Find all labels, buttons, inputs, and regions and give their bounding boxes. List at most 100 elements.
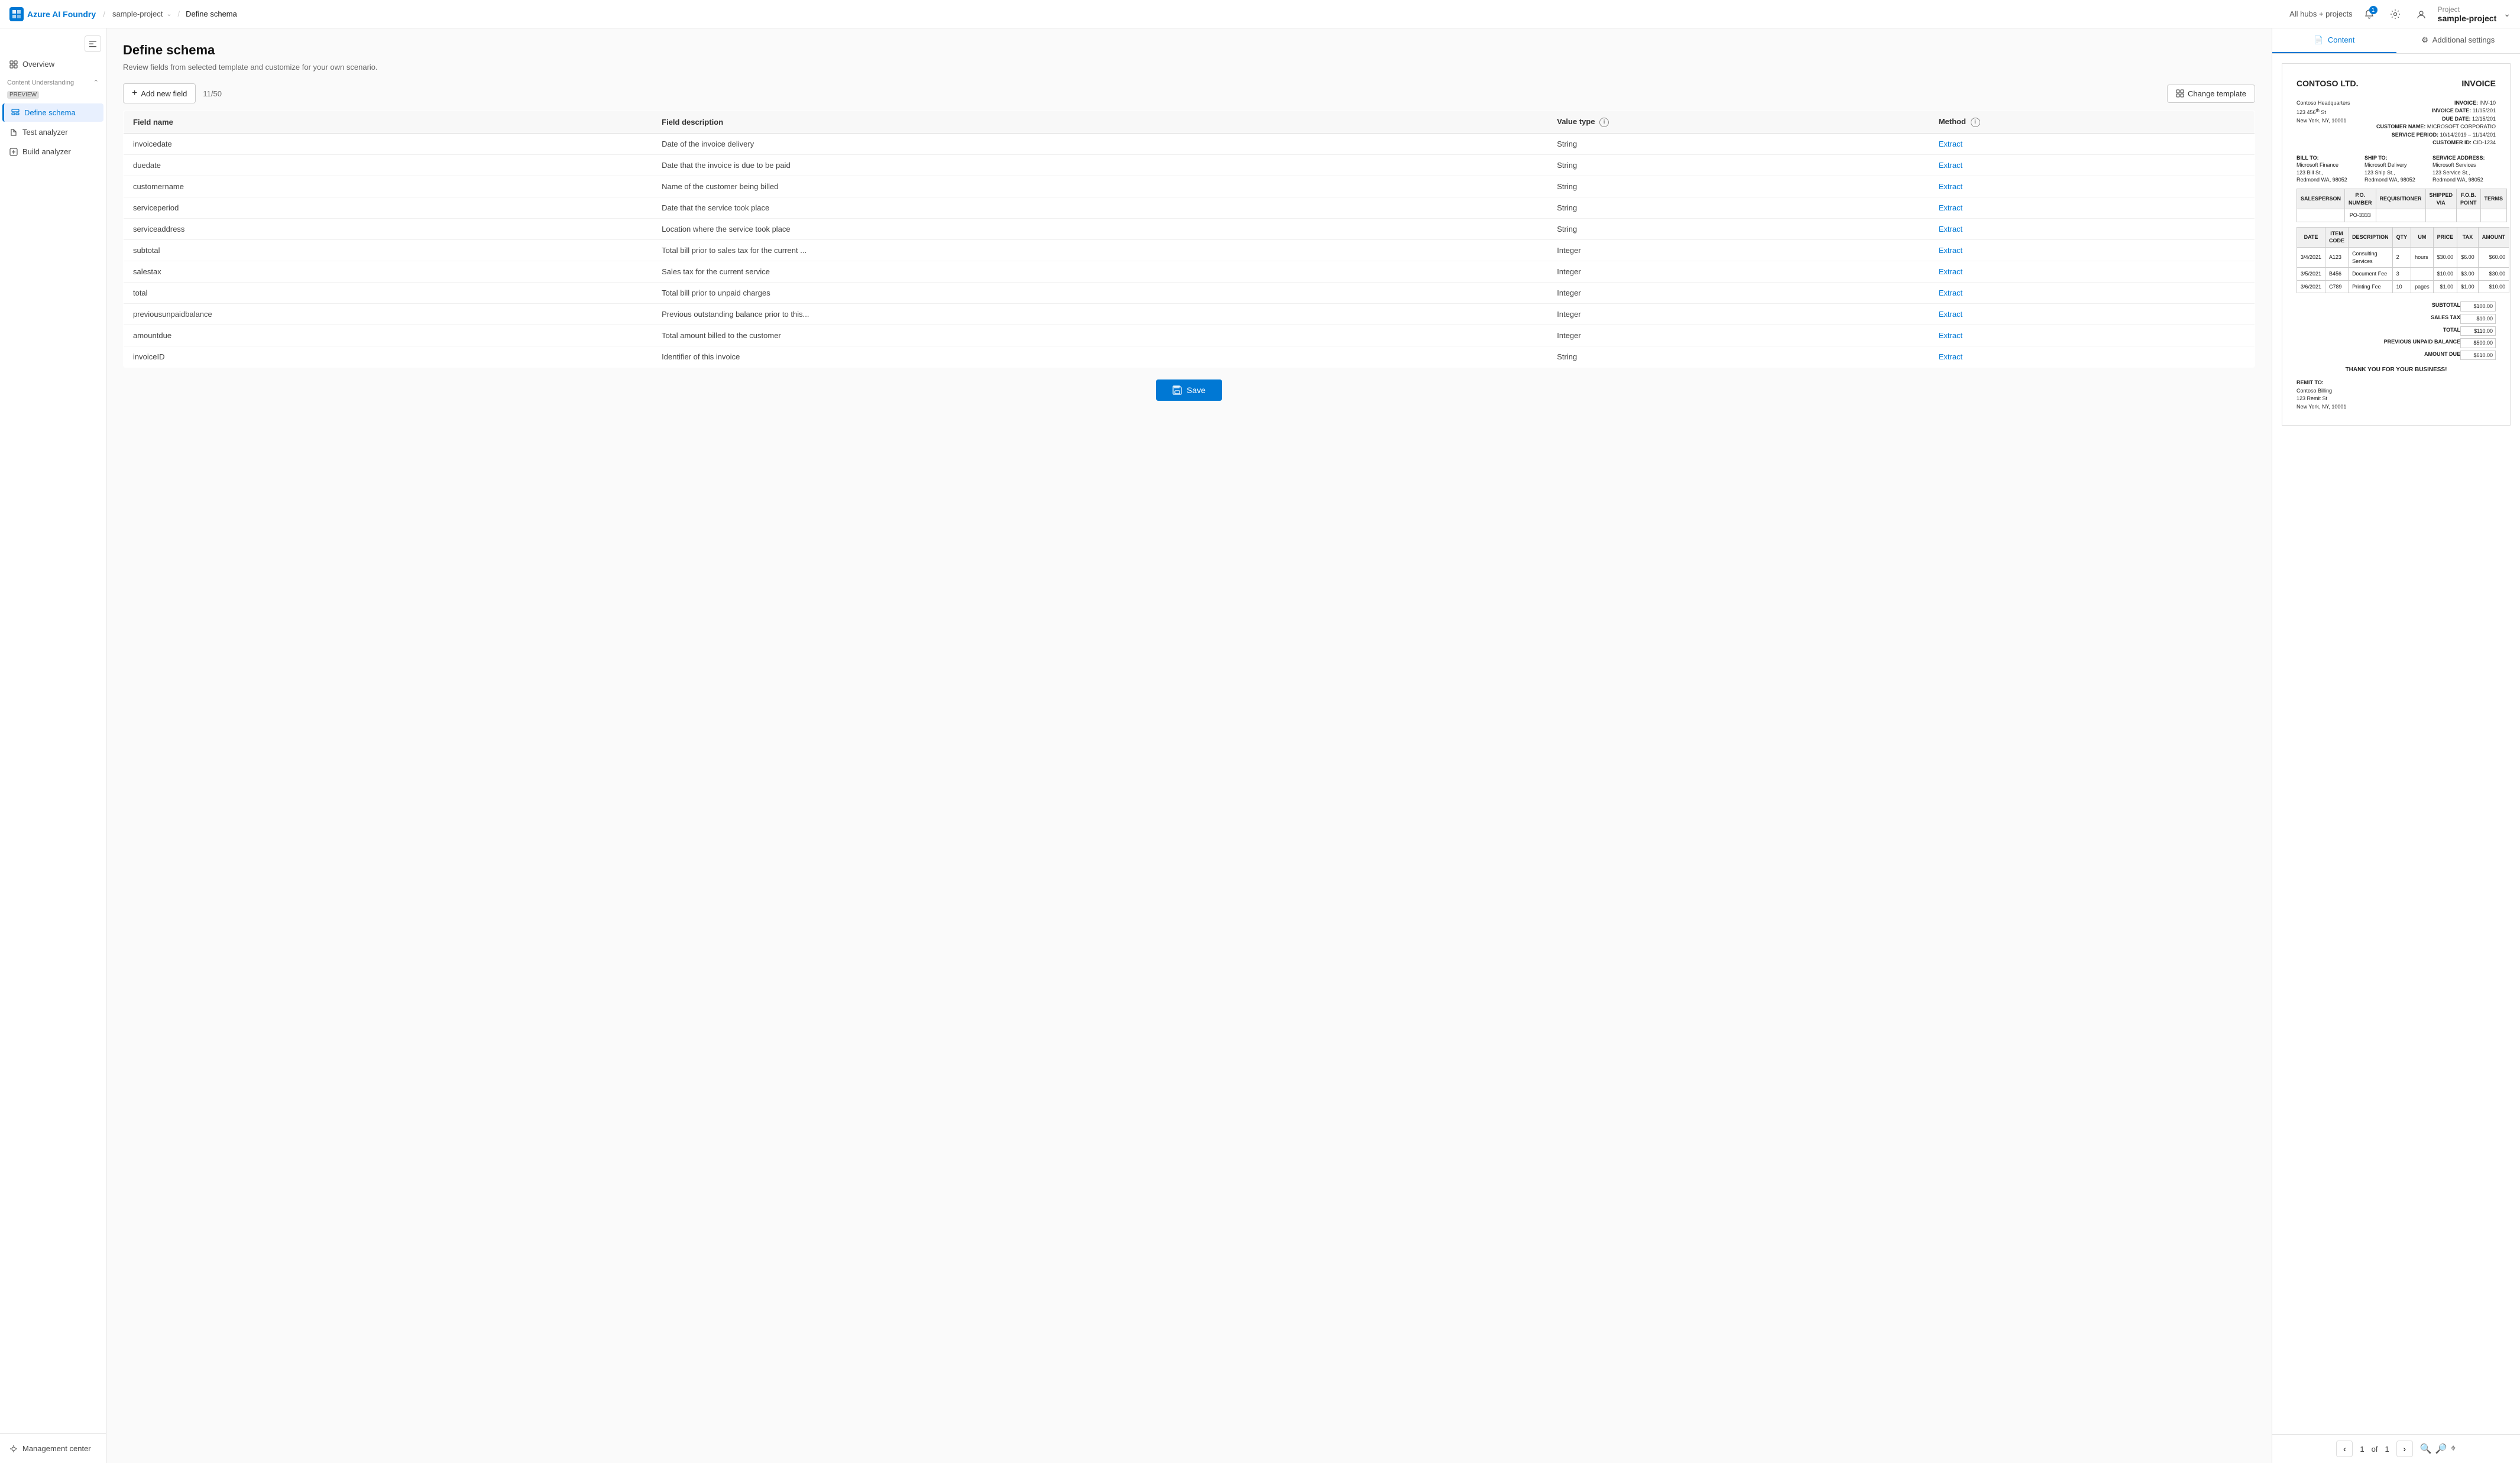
col-um: UM (2411, 227, 2434, 247)
logo-icon (9, 7, 24, 21)
cell-field-name: serviceperiod (124, 197, 653, 218)
project-chevron-icon[interactable]: ⌄ (2503, 9, 2511, 19)
change-template-label: Change template (2188, 89, 2246, 98)
field-count: 11/50 (203, 89, 222, 98)
col-po-number: P.O. NUMBER (2345, 189, 2376, 209)
breadcrumb-sep2: / (178, 9, 180, 18)
cell-description: Previous outstanding balance prior to th… (652, 303, 1547, 325)
col-shipped-via: SHIPPED VIA (2425, 189, 2457, 209)
total-label: TOTAL (2389, 326, 2460, 336)
user-button[interactable] (2412, 5, 2431, 24)
app-logo[interactable]: Azure AI Foundry (9, 7, 96, 21)
table-row[interactable]: total Total bill prior to unpaid charges… (124, 282, 2255, 303)
add-field-label: Add new field (141, 89, 187, 98)
invoice-items-body: 3/4/2021 A123 Consulting Services 2 hour… (2297, 247, 2509, 293)
subtotal-label: SUBTOTAL (2389, 301, 2460, 312)
cell-method: Extract (1929, 303, 2255, 325)
prev-unpaid-row: PREVIOUS UNPAID BALANCE $500.00 (2296, 337, 2496, 349)
col-terms: TERMS (2480, 189, 2507, 209)
tab-content[interactable]: 📄 Content (2272, 28, 2396, 53)
sidebar-overview-label: Overview (22, 60, 54, 69)
cell-field-name: subtotal (124, 239, 653, 261)
table-row[interactable]: customername Name of the customer being … (124, 176, 2255, 197)
total-value: $110.00 (2460, 326, 2496, 336)
cell-value-type: String (1547, 346, 1929, 367)
invoice-item-row: 3/6/2021 C789 Printing Fee 10 pages $1.0… (2297, 280, 2509, 293)
col-fob: F.O.B. POINT (2457, 189, 2481, 209)
add-new-field-button[interactable]: + Add new field (123, 83, 196, 103)
items-table: DATE ITEM CODE DESCRIPTION QTY UM PRICE … (2296, 227, 2509, 294)
sidebar-item-build-analyzer[interactable]: Build analyzer (2, 142, 103, 161)
doc-next-button[interactable]: › (2396, 1441, 2413, 1457)
cell-field-name: salestax (124, 261, 653, 282)
cell-method: Extract (1929, 325, 2255, 346)
cell-method: Extract (1929, 133, 2255, 154)
items-header-row: DATE ITEM CODE DESCRIPTION QTY UM PRICE … (2297, 227, 2509, 247)
cell-value-type: String (1547, 154, 1929, 176)
cell-field-name: total (124, 282, 653, 303)
table-row[interactable]: previousunpaidbalance Previous outstandi… (124, 303, 2255, 325)
ship-to: SHIP TO:Microsoft Delivery123 Ship St.,R… (2364, 154, 2428, 184)
settings-button[interactable] (2386, 5, 2405, 24)
cell-method: Extract (1929, 346, 2255, 367)
invoice-remit-to: REMIT TO: Contoso Billing123 Remit StNew… (2296, 379, 2496, 411)
value-type-info-icon[interactable]: i (1599, 118, 1609, 127)
project-menu[interactable]: Project sample-project (2438, 5, 2497, 23)
chevron-icon: ⌄ (166, 10, 171, 18)
sidebar-section-content: Content Understanding ⌃ (0, 74, 106, 89)
breadcrumb-project[interactable]: sample-project (112, 9, 163, 18)
col-field-name: Field name (124, 111, 653, 134)
method-info-icon[interactable]: i (1971, 118, 1980, 127)
zoom-fit-button[interactable]: ⌖ (2451, 1443, 2456, 1454)
doc-zoom-controls: 🔍 🔎 ⌖ (2420, 1443, 2456, 1455)
table-row[interactable]: duedate Date that the invoice is due to … (124, 154, 2255, 176)
zoom-in-button[interactable]: 🔎 (2435, 1443, 2447, 1455)
save-button[interactable]: Save (1156, 379, 1222, 401)
sidebar-management-center[interactable]: Management center (2, 1439, 103, 1458)
table-row[interactable]: invoicedate Date of the invoice delivery… (124, 133, 2255, 154)
sidebar-item-test-analyzer[interactable]: Test analyzer (2, 123, 103, 141)
doc-prev-button[interactable]: ‹ (2336, 1441, 2353, 1457)
cell-field-name: invoicedate (124, 133, 653, 154)
change-template-button[interactable]: Change template (2167, 85, 2255, 103)
po-table: SALESPERSON P.O. NUMBER REQUISITIONER SH… (2296, 189, 2507, 222)
zoom-out-button[interactable]: 🔍 (2420, 1443, 2432, 1455)
cell-description: Location where the service took place (652, 218, 1547, 239)
po-requisitioner (2376, 209, 2425, 222)
sidebar-collapse-button[interactable] (85, 35, 101, 52)
right-panel: 📄 Content ⚙ Additional settings CONTOSO … (2272, 28, 2520, 1463)
cell-description: Total bill prior to unpaid charges (652, 282, 1547, 303)
app-name: Azure AI Foundry (27, 9, 96, 19)
preview-badge: PREVIEW (7, 91, 39, 99)
sidebar-item-overview[interactable]: Overview (2, 55, 103, 73)
cell-field-name: serviceaddress (124, 218, 653, 239)
notifications-button[interactable]: 1 (2360, 5, 2379, 24)
col-field-description: Field description (652, 111, 1547, 134)
table-row[interactable]: subtotal Total bill prior to sales tax f… (124, 239, 2255, 261)
table-row[interactable]: amountdue Total amount billed to the cus… (124, 325, 2255, 346)
invoice-company: CONTOSO LTD. (2296, 78, 2358, 90)
table-row[interactable]: salestax Sales tax for the current servi… (124, 261, 2255, 282)
col-description: DESCRIPTION (2349, 227, 2393, 247)
cell-value-type: String (1547, 197, 1929, 218)
sidebar-section-chevron[interactable]: ⌃ (93, 79, 99, 86)
tab-additional-settings-label: Additional settings (2432, 35, 2495, 44)
cell-description: Date that the service took place (652, 197, 1547, 218)
tab-content-label: Content (2328, 35, 2355, 44)
topnav: Azure AI Foundry / sample-project ⌄ / De… (0, 0, 2520, 28)
cell-method: Extract (1929, 218, 2255, 239)
tab-additional-settings[interactable]: ⚙ Additional settings (2396, 28, 2520, 53)
cell-method: Extract (1929, 197, 2255, 218)
table-row[interactable]: serviceperiod Date that the service took… (124, 197, 2255, 218)
invoice-item-row: 3/5/2021 B456 Document Fee 3 $10.00 $3.0… (2297, 268, 2509, 281)
amount-due-row: AMOUNT DUE $610.00 (2296, 349, 2496, 362)
page-title: Define schema (123, 43, 2255, 58)
sidebar-item-define-schema[interactable]: Define schema (2, 103, 103, 122)
invoice-document: CONTOSO LTD. INVOICE Contoso Headquarter… (2282, 63, 2511, 426)
table-row[interactable]: invoiceID Identifier of this invoice Str… (124, 346, 2255, 367)
invoice-item-row: 3/4/2021 A123 Consulting Services 2 hour… (2297, 247, 2509, 267)
cell-description: Total amount billed to the customer (652, 325, 1547, 346)
sidebar-define-schema-label: Define schema (24, 108, 76, 117)
hubs-label[interactable]: All hubs + projects (2289, 9, 2353, 18)
table-row[interactable]: serviceaddress Location where the servic… (124, 218, 2255, 239)
